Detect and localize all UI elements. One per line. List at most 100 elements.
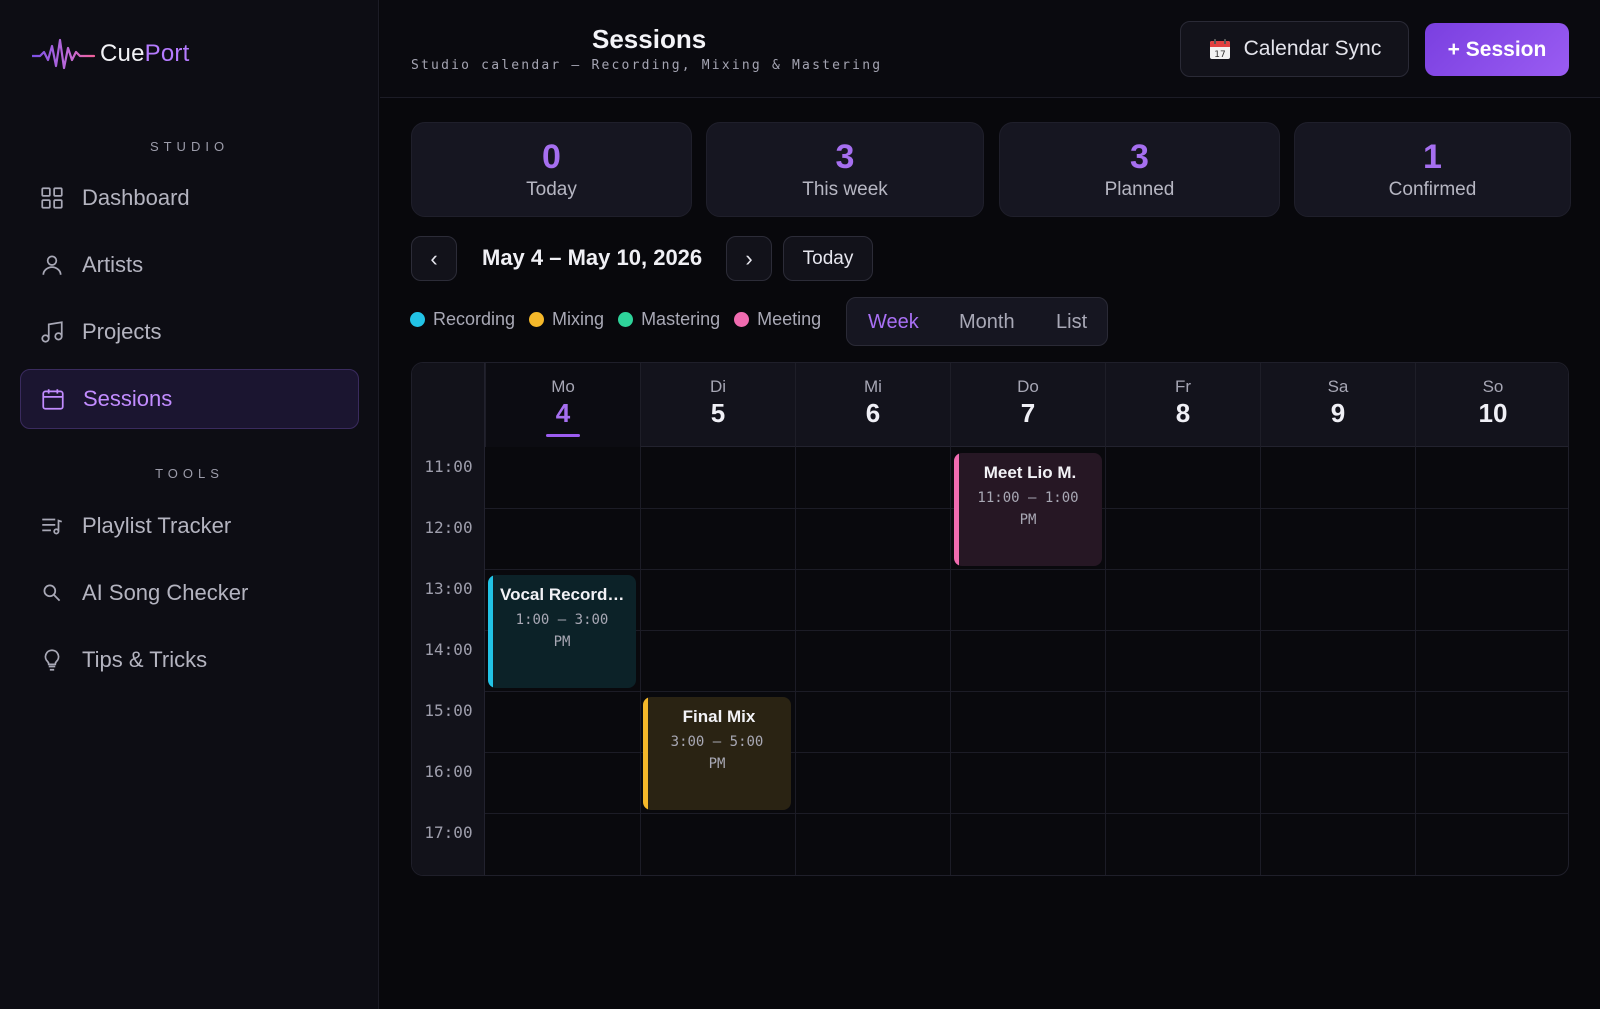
day-number: 8 [1175, 398, 1191, 428]
legend-dot [410, 312, 425, 327]
waveform-logo-icon [32, 38, 96, 70]
stat-label: Planned [1104, 179, 1175, 200]
session-type-legend: Recording Mixing Mastering Meeting [410, 309, 835, 330]
view-tab-week[interactable]: Week [868, 311, 919, 334]
session-event-vocal-recording[interactable]: Vocal Recording 1:00 – 3:00 PM [488, 575, 636, 688]
day-header-sa[interactable]: Sa 9 [1260, 363, 1415, 447]
week-range-label: May 4 – May 10, 2026 [482, 245, 703, 270]
session-event-meet-lio[interactable]: Meet Lio M. 11:00 – 1:00 PM [954, 453, 1102, 566]
day-name: So [1482, 377, 1504, 396]
legend-dot [618, 312, 634, 327]
event-title: Final Mix [682, 707, 756, 726]
sidebar-item-ai-song-checker[interactable]: AI Song Checker [20, 563, 359, 623]
stat-card-confirmed: 1 Confirmed [1294, 122, 1571, 217]
day-header-fr[interactable]: Fr 8 [1105, 363, 1260, 447]
sidebar: CuePort STUDIO Dashboard Artists Project… [0, 0, 379, 1009]
legend-item-recording: Recording [410, 309, 515, 330]
today-button[interactable]: Today [783, 236, 873, 281]
view-tab-month[interactable]: Month [959, 311, 1015, 334]
lightbulb-icon [38, 646, 66, 674]
add-session-button[interactable]: + Session [1425, 23, 1569, 76]
grid-line [485, 813, 1568, 814]
legend-item-mastering: Mastering [618, 309, 720, 330]
legend-label: Meeting [757, 309, 822, 329]
day-number: 9 [1330, 398, 1346, 428]
stat-label: Confirmed [1388, 179, 1477, 200]
sidebar-item-label: AI Song Checker [82, 580, 249, 605]
day-name: Fr [1174, 377, 1192, 396]
day-number: 5 [710, 398, 726, 428]
day-header-do[interactable]: Do 7 [950, 363, 1105, 447]
app-logo[interactable]: CuePort [32, 34, 189, 74]
stat-label: Today [526, 179, 577, 200]
page-header: Sessions Studio calendar — Recording, Mi… [380, 0, 1600, 98]
svg-text:17: 17 [1214, 50, 1225, 60]
day-number: 6 [865, 398, 881, 428]
stat-value: 1 [1423, 138, 1442, 176]
sidebar-item-label: Dashboard [82, 185, 190, 210]
day-number: 7 [1020, 398, 1036, 428]
day-header-mo[interactable]: Mo 4 [485, 363, 640, 447]
stat-label: This week [802, 179, 888, 200]
session-event-final-mix[interactable]: Final Mix 3:00 – 5:00 PM [643, 697, 791, 810]
hour-label: 13:00 [424, 579, 473, 598]
week-calendar: Mo 4 Di 5 Mi 6 Do 7 Fr 8 Sa 9 So 10 11:0… [411, 362, 1569, 876]
grid-line [640, 447, 641, 875]
sidebar-item-label: Tips & Tricks [82, 647, 208, 672]
app-name-part2: Port [144, 40, 190, 67]
sidebar-item-label: Playlist Tracker [82, 513, 232, 538]
music-note-icon [38, 318, 66, 346]
calendar-icon [39, 385, 67, 413]
sidebar-item-playlist-tracker[interactable]: Playlist Tracker [20, 496, 359, 556]
event-title: Vocal Recording [500, 585, 633, 604]
day-header-di[interactable]: Di 5 [640, 363, 795, 447]
playlist-icon [38, 512, 66, 540]
legend-label: Recording [433, 309, 516, 329]
app-name: CuePort [100, 40, 189, 68]
event-time-period: PM [553, 634, 571, 650]
page-subtitle: Studio calendar — Recording, Mixing & Ma… [411, 58, 883, 73]
day-number: 4 [555, 398, 571, 428]
day-name: Mo [551, 377, 575, 396]
day-header-so[interactable]: So 10 [1415, 363, 1568, 447]
today-indicator [546, 434, 580, 437]
sidebar-item-projects[interactable]: Projects [20, 302, 359, 362]
event-time: 1:00 – 3:00 PM [488, 609, 636, 653]
event-time-range: 1:00 – 3:00 [515, 612, 609, 628]
user-icon [38, 251, 66, 279]
page-title: Sessions [592, 24, 707, 54]
sidebar-item-artists[interactable]: Artists [20, 235, 359, 295]
hour-label: 16:00 [424, 762, 473, 781]
view-toggle: Week Month List [846, 297, 1108, 346]
day-name: Di [709, 377, 727, 396]
grid-line [485, 691, 1568, 692]
event-time-range: 3:00 – 5:00 [670, 734, 764, 750]
sidebar-item-sessions[interactable]: Sessions [20, 369, 359, 429]
view-tab-list[interactable]: List [1056, 311, 1087, 334]
next-week-button[interactable]: › [726, 236, 772, 281]
sidebar-item-dashboard[interactable]: Dashboard [20, 168, 359, 228]
event-type-bar [643, 697, 648, 810]
day-number: 10 [1478, 398, 1508, 428]
calendar-sync-button[interactable]: 17 Calendar Sync [1180, 21, 1409, 77]
legend-item-mixing: Mixing [529, 309, 604, 330]
day-name: Sa [1327, 377, 1349, 396]
hour-label: 17:00 [424, 823, 473, 842]
sidebar-item-tips-tricks[interactable]: Tips & Tricks [20, 630, 359, 690]
event-time-period: PM [708, 756, 726, 772]
legend-label: Mixing [552, 309, 605, 329]
legend-dot [734, 312, 750, 327]
calendar-sync-label: Calendar Sync [1243, 37, 1382, 60]
sidebar-item-label: Artists [82, 252, 144, 277]
search-icon [38, 579, 66, 607]
day-header-mi[interactable]: Mi 6 [795, 363, 950, 447]
hour-label: 12:00 [424, 518, 473, 537]
hour-label: 11:00 [424, 457, 473, 476]
section-label-studio: STUDIO [149, 139, 230, 154]
grid-line [1260, 447, 1261, 875]
calendar-date-icon: 17 [1209, 39, 1230, 60]
prev-week-button[interactable]: ‹ [411, 236, 457, 281]
event-type-bar [488, 575, 493, 688]
event-type-bar [954, 453, 959, 566]
event-time: 11:00 – 1:00 PM [954, 487, 1102, 531]
